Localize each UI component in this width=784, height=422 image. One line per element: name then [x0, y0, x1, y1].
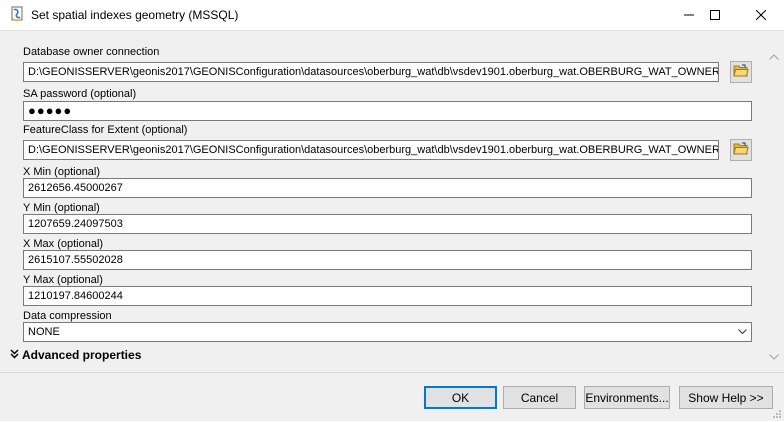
open-folder-icon	[733, 63, 749, 81]
y-max-input[interactable]: 1210197.84600244	[23, 286, 752, 306]
parameters-pane: Database owner connection D:\GEONISSERVE…	[0, 31, 764, 373]
maximize-icon	[710, 10, 720, 20]
scroll-down-icon[interactable]	[769, 351, 779, 361]
sa-password-input[interactable]: ●●●●●	[23, 101, 752, 121]
sa-password-label: SA password (optional)	[23, 88, 137, 100]
open-folder-icon	[733, 141, 749, 159]
x-min-input[interactable]: 2612656.45000267	[23, 178, 752, 198]
y-min-label: Y Min (optional)	[23, 202, 100, 214]
dialog-footer: OK Cancel Environments... Show Help >>	[0, 372, 784, 421]
y-max-label: Y Max (optional)	[23, 274, 103, 286]
python-script-icon	[9, 6, 25, 22]
compression-value: NONE	[28, 326, 60, 338]
advanced-properties-toggle[interactable]: Advanced properties	[10, 348, 141, 362]
cancel-button[interactable]: Cancel	[503, 386, 576, 409]
ok-button[interactable]: OK	[424, 386, 497, 409]
resize-grip-icon[interactable]	[772, 409, 782, 419]
close-icon	[756, 10, 766, 20]
maximize-button[interactable]	[692, 0, 738, 30]
feature-class-input[interactable]: D:\GEONISSERVER\geonis2017\GEONISConfigu…	[23, 140, 719, 160]
x-max-label: X Max (optional)	[23, 238, 104, 250]
db-owner-browse-button[interactable]	[730, 61, 752, 83]
close-button[interactable]	[738, 0, 784, 30]
y-min-input[interactable]: 1207659.24097503	[23, 214, 752, 234]
title-bar: Set spatial indexes geometry (MSSQL)	[0, 0, 784, 31]
advanced-properties-label: Advanced properties	[22, 348, 142, 362]
x-min-label: X Min (optional)	[23, 166, 101, 178]
dialog-content: Database owner connection D:\GEONISSERVE…	[0, 30, 784, 373]
chevron-down-icon	[738, 323, 747, 341]
feature-class-browse-button[interactable]	[730, 139, 752, 161]
window-title: Set spatial indexes geometry (MSSQL)	[31, 8, 239, 22]
double-chevron-down-icon	[10, 348, 19, 362]
db-owner-input[interactable]: D:\GEONISSERVER\geonis2017\GEONISConfigu…	[23, 62, 719, 82]
feature-class-label: FeatureClass for Extent (optional)	[23, 124, 188, 136]
show-help-button[interactable]: Show Help >>	[679, 386, 773, 409]
db-owner-label: Database owner connection	[23, 46, 160, 58]
environments-button[interactable]: Environments...	[584, 386, 670, 409]
scroll-up-icon[interactable]	[769, 51, 779, 61]
compression-label: Data compression	[23, 310, 112, 322]
compression-select[interactable]: NONE	[23, 322, 752, 342]
x-max-input[interactable]: 2615107.55502028	[23, 250, 752, 270]
vertical-scrollbar[interactable]	[764, 31, 784, 373]
